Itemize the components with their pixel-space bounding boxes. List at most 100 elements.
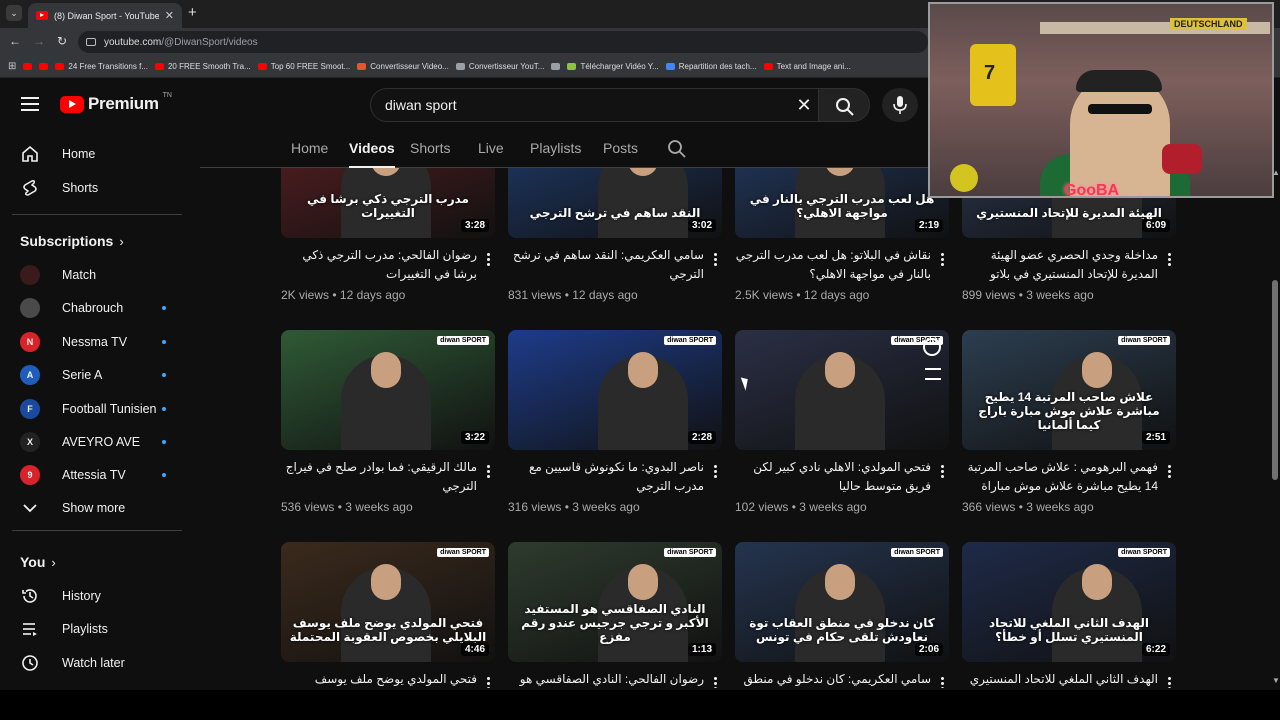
video-title[interactable]: مداخلة وجدي الحصري عضو الهيئة المديرة لل…: [962, 246, 1158, 284]
video-menu-icon[interactable]: [483, 250, 493, 268]
sidebar-subscription[interactable]: X AVEYRO AVE: [12, 425, 182, 459]
sidebar-item-history[interactable]: History: [12, 579, 182, 613]
scroll-up-icon[interactable]: ▲: [1272, 168, 1280, 177]
video-thumbnail[interactable]: diwan SPORT كان ندخلو في منطق العقاب توة …: [735, 542, 949, 662]
bookmark-item[interactable]: [23, 63, 33, 70]
close-tab-icon[interactable]: ✕: [165, 9, 174, 22]
sidebar-item-shorts[interactable]: Shorts: [12, 171, 182, 205]
video-card[interactable]: diwan SPORT 2:28 ناصر البدوي: ما نكونوش قا…: [508, 330, 722, 530]
video-card[interactable]: diwan SPORT علاش صاحب المرتبة 14 يطيح مبا…: [962, 330, 1176, 530]
scroll-down-icon[interactable]: ▼: [1272, 676, 1280, 685]
video-thumbnail[interactable]: diwan SPORT الهدف الثاني الملغي للاتحاد ا…: [962, 542, 1176, 662]
tab-playlists[interactable]: Playlists: [530, 140, 581, 156]
video-card[interactable]: diwan SPORT فتحي المولدي يوضح ملف يوسف ال…: [281, 542, 495, 688]
bookmark-item[interactable]: Convertisseur YouT...: [455, 62, 544, 71]
video-thumbnail[interactable]: diwan SPORT: [735, 330, 949, 450]
video-thumbnail[interactable]: diwan SPORT النادي الصفاقسي هو المستفيد ا…: [508, 542, 722, 662]
bookmark-item[interactable]: Top 60 FREE Smoot...: [257, 62, 350, 71]
reload-icon[interactable]: ↻: [54, 34, 70, 48]
video-card[interactable]: diwan SPORT فتحي المولدي: الاهلي نادي كبي…: [735, 330, 949, 530]
menu-hamburger-icon[interactable]: [21, 97, 39, 111]
video-thumbnail[interactable]: diwan SPORT 2:28: [508, 330, 722, 450]
video-thumbnail[interactable]: diwan SPORT علاش صاحب المرتبة 14 يطيح مبا…: [962, 330, 1176, 450]
bookmark-item[interactable]: [551, 63, 561, 70]
video-title[interactable]: فهمي البرهومي : علاش صاحب المرتبة 14 يطي…: [962, 458, 1158, 496]
bookmark-item[interactable]: 24 Free Transitions f...: [55, 62, 148, 71]
sidebar-item-playlists[interactable]: Playlists: [12, 612, 182, 646]
sidebar-subscription[interactable]: F Football Tunisien: [12, 392, 182, 426]
bookmark-item[interactable]: Text and Image ani...: [763, 62, 851, 71]
video-card[interactable]: النقد ساهم في ترشح الترجي 3:02 سامي العكري…: [508, 168, 722, 318]
search-input[interactable]: diwan sport ✕: [370, 88, 820, 122]
youtube-premium-logo[interactable]: Premium TN: [60, 92, 172, 114]
bookmark-item[interactable]: Repartition des tach...: [665, 62, 757, 71]
video-title[interactable]: فتحي المولدي: الاهلي نادي كبير لكن فريق …: [735, 458, 931, 496]
video-menu-icon[interactable]: [937, 462, 947, 480]
video-menu-icon[interactable]: [937, 674, 947, 688]
video-thumbnail[interactable]: هل لعب مدرب الترجي بالنار في مواجهة الاه…: [735, 168, 949, 238]
video-title[interactable]: فتحي المولدي يوضح ملف يوسف البلايلي: [281, 670, 477, 688]
scrollbar-thumb[interactable]: [1272, 280, 1278, 480]
sidebar-subscription[interactable]: 9 Attessia TV: [12, 458, 182, 492]
bookmark-item[interactable]: Télécharger Vidéo Y...: [567, 62, 659, 71]
show-more-button[interactable]: Show more: [12, 491, 182, 525]
forward-icon[interactable]: →: [31, 34, 47, 48]
apps-grid-icon[interactable]: ⊞: [8, 61, 16, 72]
sidebar-subscription[interactable]: Chabrouch: [12, 291, 182, 325]
video-card[interactable]: diwan SPORT الهدف الثاني الملغي للاتحاد ا…: [962, 542, 1176, 688]
sidebar-subscription[interactable]: A Serie A: [12, 358, 182, 392]
sidebar-subscription[interactable]: N Nessma TV: [12, 325, 182, 359]
site-info-icon[interactable]: [86, 38, 96, 46]
video-thumbnail[interactable]: النقد ساهم في ترشح الترجي 3:02: [508, 168, 722, 238]
video-menu-icon[interactable]: [1164, 462, 1174, 480]
voice-search-button[interactable]: [882, 88, 918, 122]
sidebar-item-home[interactable]: Home: [12, 137, 182, 171]
tab-videos[interactable]: Videos: [349, 140, 395, 168]
sidebar-item-watch-later[interactable]: Watch later: [12, 646, 182, 680]
video-card[interactable]: مدرب الترجي ذكي برشا في التغييرات 3:28 رضو…: [281, 168, 495, 318]
clear-search-icon[interactable]: ✕: [789, 95, 819, 116]
watch-later-icon[interactable]: [923, 338, 941, 356]
tab-home[interactable]: Home: [291, 140, 328, 156]
video-menu-icon[interactable]: [710, 674, 720, 688]
video-title[interactable]: سامي العكريمي: النقد ساهم في ترشح الترجي: [508, 246, 704, 284]
tab-live[interactable]: Live: [478, 140, 504, 156]
video-menu-icon[interactable]: [710, 462, 720, 480]
address-bar[interactable]: youtube.com/@DiwanSport/videos: [78, 31, 928, 53]
channel-search-icon[interactable]: [667, 139, 687, 159]
browser-tab[interactable]: (8) Diwan Sport - YouTube ✕: [28, 3, 182, 28]
video-title[interactable]: رضوان الفالحي: مدرب الترجي ذكي برشا في ا…: [281, 246, 477, 284]
tab-posts[interactable]: Posts: [603, 140, 638, 156]
tab-search-button[interactable]: ⌄: [6, 5, 22, 21]
video-title[interactable]: ناصر البدوي: ما نكونوش قاسيين مع مدرب ال…: [508, 458, 704, 496]
back-icon[interactable]: ←: [7, 34, 23, 48]
video-title[interactable]: نقاش في البلاتو: هل لعب مدرب الترجي بالن…: [735, 246, 931, 284]
search-button[interactable]: [818, 88, 870, 122]
video-title[interactable]: رضوان الفالحي: النادي الصفاقسي هو: [508, 670, 704, 688]
video-menu-icon[interactable]: [483, 674, 493, 688]
video-title[interactable]: مالك الرقيقي: فما بوادر صلح في فيراج الت…: [281, 458, 477, 496]
video-thumbnail[interactable]: diwan SPORT فتحي المولدي يوضح ملف يوسف ال…: [281, 542, 495, 662]
video-menu-icon[interactable]: [1164, 250, 1174, 268]
add-to-queue-icon[interactable]: [925, 368, 941, 380]
page-scrollbar[interactable]: ▲ ▼: [1270, 168, 1280, 690]
bookmark-item[interactable]: Convertisseur Video...: [357, 62, 449, 71]
you-heading[interactable]: You ›: [20, 554, 56, 570]
video-card[interactable]: diwan SPORT 3:22 مالك الرقيقي: فما بوادر ص…: [281, 330, 495, 530]
video-title[interactable]: سامي العكريمي: كان ندخلو في منطق العقاب: [735, 670, 932, 688]
video-thumbnail[interactable]: diwan SPORT 3:22: [281, 330, 495, 450]
video-thumbnail[interactable]: مدرب الترجي ذكي برشا في التغييرات 3:28: [281, 168, 495, 238]
bookmark-item[interactable]: [39, 63, 49, 70]
new-tab-icon[interactable]: +: [188, 4, 197, 21]
video-menu-icon[interactable]: [483, 462, 493, 480]
video-card[interactable]: diwan SPORT كان ندخلو في منطق العقاب توة …: [735, 542, 949, 688]
subscriptions-heading[interactable]: Subscriptions ›: [20, 233, 124, 249]
video-menu-icon[interactable]: [710, 250, 720, 268]
sidebar-subscription[interactable]: Match: [12, 258, 182, 292]
bookmark-item[interactable]: 20 FREE Smooth Tra...: [154, 62, 251, 71]
tab-shorts[interactable]: Shorts: [410, 140, 450, 156]
video-card[interactable]: diwan SPORT النادي الصفاقسي هو المستفيد ا…: [508, 542, 722, 688]
video-title[interactable]: الهدف الثاني الملغي للاتحاد المنستيري تس…: [962, 670, 1158, 688]
video-menu-icon[interactable]: [937, 250, 947, 268]
video-menu-icon[interactable]: [1164, 674, 1174, 688]
